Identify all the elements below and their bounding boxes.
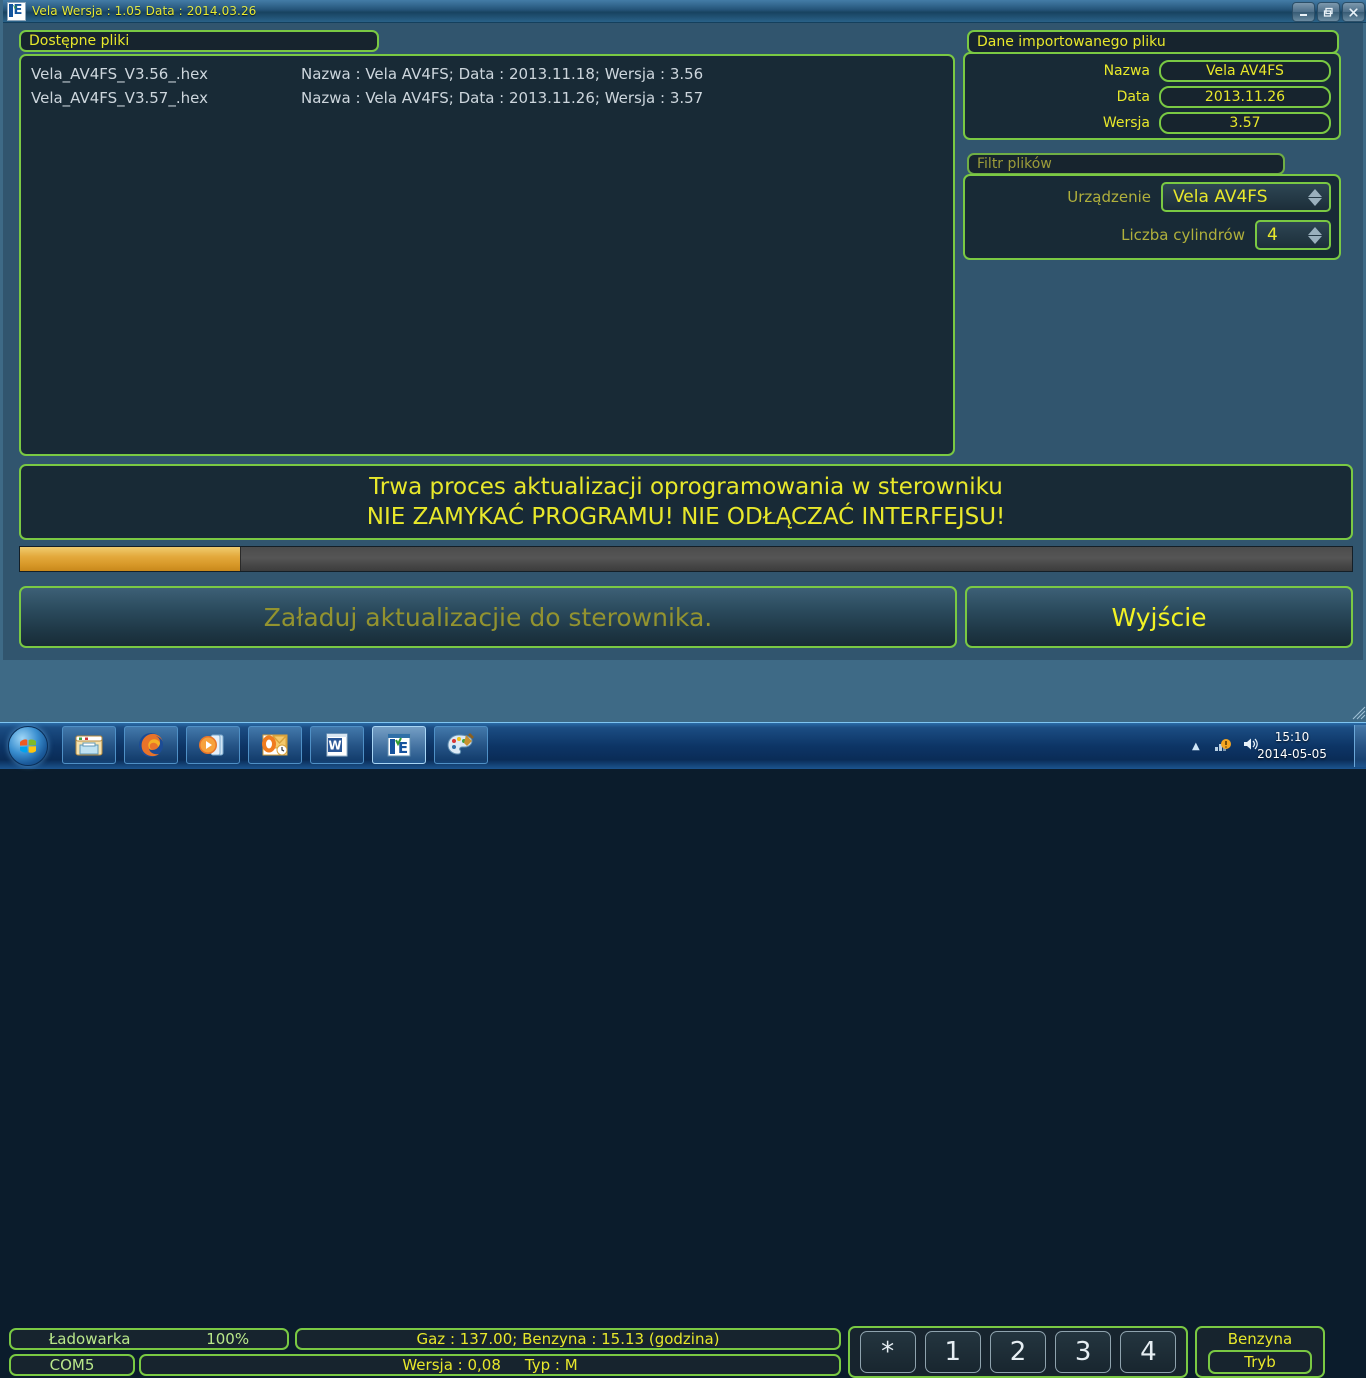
windows-taskbar: W E ▲ 15:10 2014-05-05 [0,722,1366,769]
file-filter-header: Filtr plików [967,153,1285,175]
imported-field-version: Wersja 3.57 [973,110,1331,135]
device-value: Vela AV4FS [1173,187,1268,207]
imported-field-name: Nazwa Vela AV4FS [973,58,1331,83]
charger-label: Ładowarka [48,1330,131,1348]
exit-button[interactable]: Wyjście [965,586,1353,648]
vela-e-icon: E v [7,1,26,21]
com-port-label: COM5 [49,1356,95,1374]
system-tray: ▲ 15:10 2014-05-05 [1180,723,1366,769]
cylinder-button-3[interactable]: 3 [1055,1331,1112,1373]
field-label: Data [1116,88,1150,105]
update-warning-banner: Trwa proces aktualizacji oprogramowania … [19,464,1353,540]
field-value: 3.57 [1159,111,1331,134]
imported-field-date: Data 2013.11.26 [973,84,1331,109]
show-hidden-icons-icon[interactable]: ▲ [1192,741,1200,752]
clock-date: 2014-05-05 [1257,747,1327,761]
file-name: Vela_AV4FS_V3.56_.hex [31,65,208,83]
clock[interactable]: 15:10 2014-05-05 [1240,729,1344,763]
fuel-hours-text: Gaz : 137.00; Benzyna : 15.13 (godzina) [416,1330,720,1348]
screen: E v Vela Wersja : 1.05 Data : 2014.03.26 [0,0,1366,1378]
paint-icon[interactable] [434,726,488,764]
svg-text:W: W [328,739,341,753]
cylinder-buttons-panel: * 1 2 3 4 [848,1326,1188,1378]
filter-row-device: Urządzenie Vela AV4FS [973,182,1331,212]
cylinder-button-1[interactable]: 1 [924,1331,981,1373]
list-item[interactable]: Vela_AV4FS_V3.57_.hex Nazwa : Vela AV4FS… [31,86,943,110]
warning-line-1: Trwa proces aktualizacji oprogramowania … [369,474,1003,500]
charger-value: 100% [206,1330,250,1348]
cylinder-button-4[interactable]: 4 [1120,1331,1177,1373]
windows-logo-icon [8,725,48,766]
network-icon[interactable] [1214,736,1232,756]
list-item[interactable]: Vela_AV4FS_V3.56_.hex Nazwa : Vela AV4FS… [31,62,943,86]
available-files-title: Dostępne pliki [29,33,130,49]
spinner-up-down-icon[interactable] [1304,222,1326,248]
show-desktop-button[interactable] [1354,725,1366,767]
word-icon[interactable]: W [310,726,364,764]
firmware-type: Typ : M [524,1356,578,1374]
field-value: Vela AV4FS [1159,59,1331,82]
media-player-icon[interactable] [186,726,240,764]
file-name: Vela_AV4FS_V3.57_.hex [31,89,208,107]
resize-grip[interactable] [1352,706,1366,720]
device-label: Urządzenie [1067,188,1151,206]
firefox-icon[interactable] [124,726,178,764]
window-controls [1292,2,1365,22]
field-value: 2013.11.26 [1159,85,1331,108]
file-meta: Nazwa : Vela AV4FS; Data : 2013.11.18; W… [301,65,704,83]
available-files-list[interactable]: Vela_AV4FS_V3.56_.hex Nazwa : Vela AV4FS… [19,54,955,456]
cylinders-value: 4 [1267,225,1278,245]
explorer-icon[interactable] [62,726,116,764]
vela-app-icon[interactable]: E [372,726,426,764]
cylinders-label: Liczba cylindrów [1121,226,1245,244]
com-port-status: COM5 [9,1354,135,1376]
window-title: Vela Wersja : 1.05 Data : 2014.03.26 [32,4,257,18]
warning-line-2: NIE ZAMYKAĆ PROGRAMU! NIE ODŁĄCZAĆ INTER… [366,504,1006,530]
file-filter-panel: Urządzenie Vela AV4FS Liczba cylindrów 4 [963,174,1341,260]
field-label: Nazwa [1103,62,1150,79]
status-bar: Ładowarka 100% COM5 Gaz : 137.00; Benzyn… [3,660,1366,1378]
charger-status: Ładowarka 100% [9,1328,289,1350]
cylinder-button-all[interactable]: * [859,1331,916,1373]
fuel-mode-label: Benzyna [1227,1330,1293,1348]
minimize-button[interactable] [1292,2,1315,22]
clock-time: 15:10 [1274,730,1310,744]
firmware-version: Wersja : 0,08 [402,1356,501,1374]
load-update-button[interactable]: Załaduj aktualizacjie do sterownika. [19,586,957,648]
available-files-header: Dostępne pliki [19,30,379,52]
start-button[interactable] [2,724,54,767]
title-bar[interactable]: E v Vela Wersja : 1.05 Data : 2014.03.26 [3,0,1366,23]
filter-row-cylinders: Liczba cylindrów 4 [973,220,1331,250]
exit-label: Wyjście [1111,602,1207,632]
file-meta: Nazwa : Vela AV4FS; Data : 2013.11.26; W… [301,89,704,107]
field-label: Wersja [1102,114,1150,131]
cylinders-stepper[interactable]: 4 [1255,220,1331,250]
fuel-hours-status: Gaz : 137.00; Benzyna : 15.13 (godzina) [295,1328,841,1350]
restore-button[interactable] [1317,2,1340,22]
close-button[interactable] [1342,2,1365,22]
device-select[interactable]: Vela AV4FS [1161,182,1331,212]
load-update-label: Załaduj aktualizacjie do sterownika. [263,602,713,632]
vela-app-window: E v Vela Wersja : 1.05 Data : 2014.03.26 [0,0,1366,1378]
spinner-up-down-icon[interactable] [1304,184,1326,210]
mode-toggle-button[interactable]: Tryb [1208,1350,1312,1374]
imported-file-header: Dane importowanego pliku [967,30,1339,54]
progress-fill [20,547,241,571]
file-filter-title: Filtr plików [977,156,1052,172]
outlook-icon[interactable] [248,726,302,764]
update-progress-bar [19,546,1353,572]
fuel-mode-panel: Benzyna Tryb [1195,1326,1325,1378]
imported-file-panel: Nazwa Vela AV4FS Data 2013.11.26 Wersja … [963,52,1341,140]
cylinder-button-2[interactable]: 2 [989,1331,1046,1373]
imported-file-title: Dane importowanego pliku [977,34,1166,50]
firmware-status: Wersja : 0,08 Typ : M [139,1354,841,1376]
